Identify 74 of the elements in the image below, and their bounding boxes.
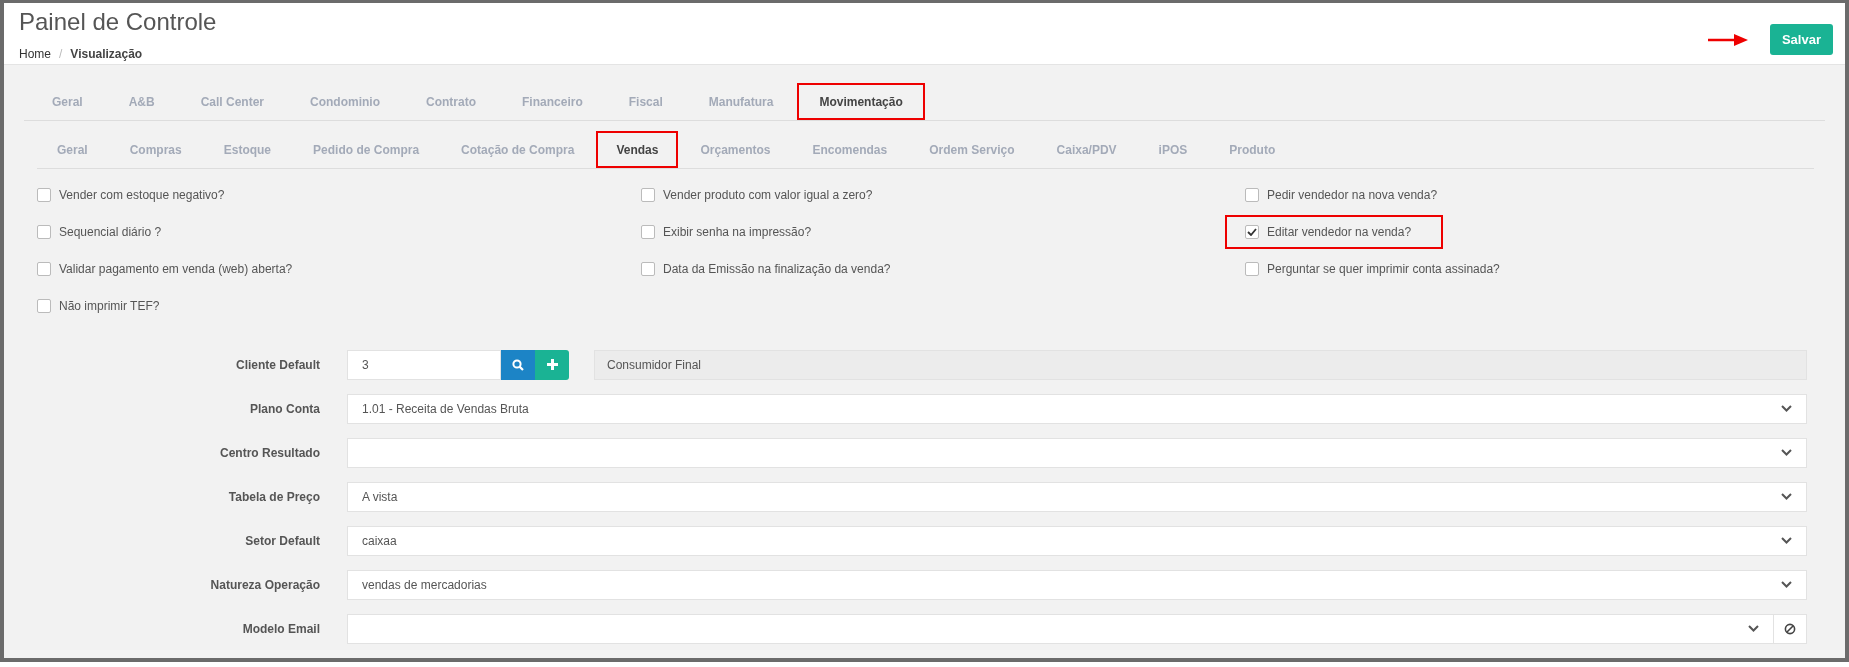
ban-icon: [1784, 622, 1796, 635]
field-label: Plano Conta: [249, 401, 321, 416]
tab[interactable]: Contrato: [404, 83, 499, 120]
chevron-down-icon: [1781, 449, 1792, 456]
checkbox-option[interactable]: Sequencial diário ?: [17, 214, 194, 249]
tab[interactable]: Produto: [1209, 131, 1296, 168]
plus-icon: [546, 359, 558, 370]
chevron-down-icon: [1748, 625, 1759, 632]
checkbox-option[interactable]: Vender com estoque negativo?: [17, 177, 257, 212]
tab[interactable]: Fiscal: [606, 83, 685, 120]
tab[interactable]: iPOS: [1138, 131, 1208, 168]
checkbox-option[interactable]: Exibir senha na impressão?: [621, 214, 844, 249]
field-label: Cliente Default: [235, 357, 321, 372]
tab[interactable]: Compras: [109, 131, 202, 168]
field-label: Modelo Email: [241, 621, 321, 636]
field-label: Centro Resultado: [219, 445, 321, 460]
tab[interactable]: Cotação de Compra: [441, 131, 595, 168]
clear-button[interactable]: [1774, 613, 1807, 644]
tab[interactable]: Condominio: [288, 83, 403, 120]
checkbox[interactable]: [1245, 224, 1259, 239]
tab[interactable]: Manufatura: [686, 83, 796, 120]
readonly-field: Consumidor Final: [594, 349, 1807, 380]
tab[interactable]: Orçamentos: [680, 131, 791, 168]
tab[interactable]: Vendas: [596, 131, 679, 168]
tab[interactable]: Caixa/PDV: [1036, 131, 1137, 168]
checkbox-option[interactable]: Perguntar se quer imprimir conta assinada?: [1225, 251, 1532, 286]
select-field[interactable]: vendas de mercadorias: [347, 569, 1807, 600]
field-label: Natureza Operação: [209, 577, 321, 592]
search-button[interactable]: [501, 349, 535, 380]
field-label: Setor Default: [244, 533, 321, 548]
tab[interactable]: Call Center: [178, 83, 287, 120]
search-icon: [512, 358, 524, 371]
checkbox-option[interactable]: Validar pagamento em venda (web) aberta?: [17, 251, 325, 286]
chevron-down-icon: [1781, 405, 1792, 412]
checkbox[interactable]: [37, 224, 51, 239]
select-field[interactable]: [347, 437, 1807, 468]
page-title: Painel de Controle: [19, 8, 217, 36]
tab[interactable]: Pedido de Compra: [293, 131, 440, 168]
annotation-arrow: [1707, 33, 1748, 46]
select-field[interactable]: caixaa: [347, 525, 1807, 556]
save-button[interactable]: Salvar: [1769, 24, 1833, 55]
breadcrumb-item[interactable]: Home: [19, 47, 51, 61]
checkbox-option[interactable]: Pedir vendedor na nova venda?: [1225, 177, 1470, 212]
checkbox-option[interactable]: Data da Emissão na finalização da venda?: [621, 251, 923, 286]
checkbox[interactable]: [37, 261, 51, 276]
checkbox-option[interactable]: Vender produto com valor igual a zero?: [621, 177, 905, 212]
tab[interactable]: Financeiro: [500, 83, 605, 120]
checkbox[interactable]: [37, 298, 51, 313]
select-field[interactable]: 1.01 - Receita de Vendas Bruta: [347, 393, 1807, 424]
checkbox[interactable]: [1245, 187, 1259, 202]
select-field[interactable]: A vista: [347, 481, 1807, 512]
breadcrumb-item: Visualização: [70, 47, 143, 61]
checkbox[interactable]: [641, 224, 655, 239]
tab[interactable]: Movimentação: [797, 83, 925, 120]
tab[interactable]: A&B: [106, 83, 177, 120]
tab[interactable]: Geral: [37, 131, 108, 168]
checkbox-option[interactable]: Editar vendedor na venda?: [1225, 214, 1444, 249]
tab[interactable]: Encomendas: [792, 131, 908, 168]
chevron-down-icon: [1781, 581, 1792, 588]
checkbox[interactable]: [641, 261, 655, 276]
checkbox-option[interactable]: Não imprimir TEF?: [17, 288, 192, 323]
chevron-down-icon: [1781, 493, 1792, 500]
field-label: Tabela de Preço: [227, 489, 321, 504]
checkbox[interactable]: [37, 187, 51, 202]
tab[interactable]: Estoque: [203, 131, 292, 168]
tab[interactable]: Geral: [30, 83, 105, 120]
checkbox[interactable]: [1245, 261, 1259, 276]
select-field[interactable]: [347, 613, 1774, 644]
tab[interactable]: Ordem Serviço: [909, 131, 1035, 168]
breadcrumb-separator-icon: /: [59, 47, 63, 61]
checkbox[interactable]: [641, 187, 655, 202]
add-button[interactable]: [535, 349, 569, 380]
input-field[interactable]: 3: [347, 349, 501, 380]
chevron-down-icon: [1781, 537, 1792, 544]
